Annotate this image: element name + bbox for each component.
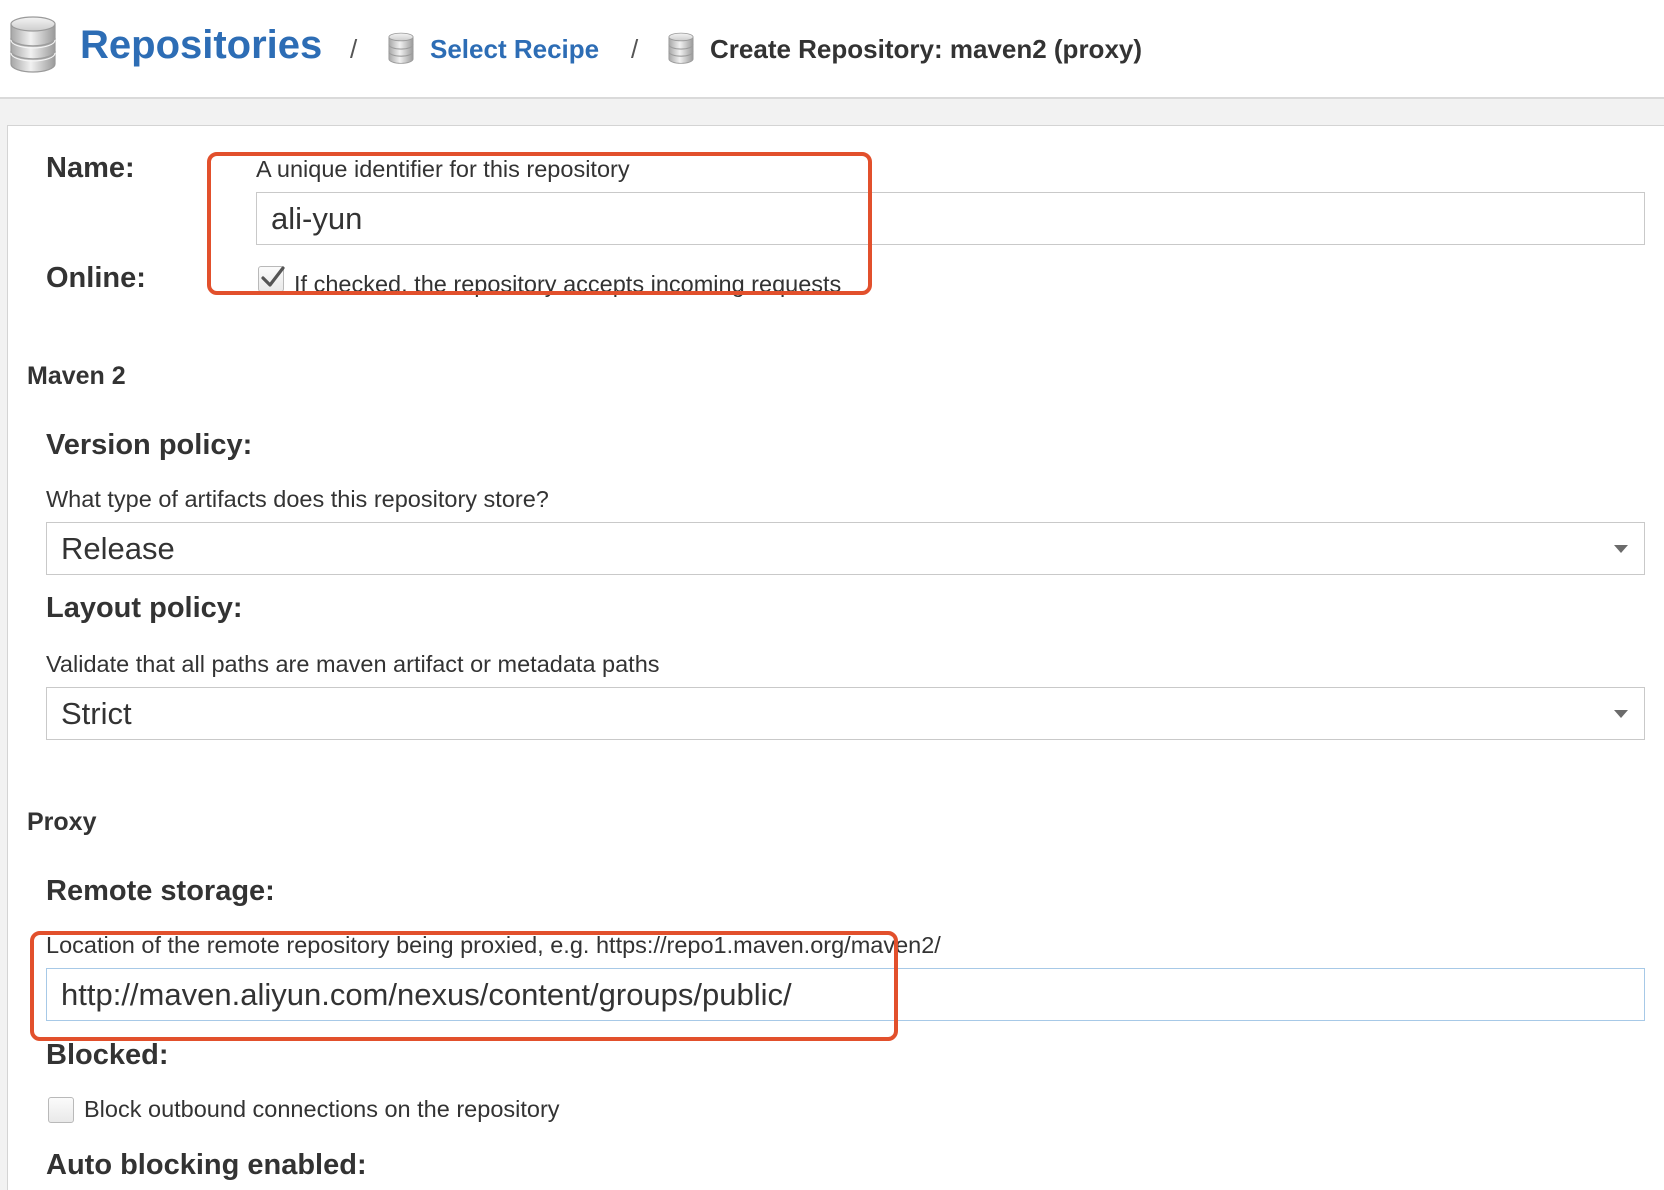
version-policy-value: Release	[61, 531, 175, 566]
name-help-text: A unique identifier for this repository	[256, 156, 630, 182]
caret-down-icon	[1614, 710, 1628, 718]
database-icon	[667, 32, 695, 70]
name-input[interactable]	[256, 192, 1645, 245]
section-heading-maven2: Maven 2	[27, 362, 126, 390]
layout-policy-select[interactable]: Strict	[46, 687, 1645, 740]
layout-policy-label: Layout policy:	[46, 592, 243, 624]
remote-storage-help-text: Location of the remote repository being …	[46, 932, 941, 958]
blocked-checkbox[interactable]	[48, 1097, 74, 1123]
name-label: Name:	[46, 152, 135, 184]
section-heading-proxy: Proxy	[27, 808, 97, 836]
layout-policy-value: Strict	[61, 696, 132, 731]
breadcrumb-select-recipe[interactable]: Select Recipe	[430, 36, 599, 62]
remote-storage-label: Remote storage:	[46, 875, 275, 907]
breadcrumb-root-repositories[interactable]: Repositories	[80, 25, 322, 65]
blocked-label: Blocked:	[46, 1039, 169, 1071]
breadcrumb: Repositories / Select Recipe / Create Re…	[0, 0, 1664, 99]
breadcrumb-current-page: Create Repository: maven2 (proxy)	[710, 34, 1143, 64]
layout-policy-help-text: Validate that all paths are maven artifa…	[46, 651, 660, 677]
database-icon	[387, 32, 415, 70]
blocked-help-text: Block outbound connections on the reposi…	[84, 1096, 560, 1122]
online-label: Online:	[46, 262, 146, 294]
online-help-text: If checked, the repository accepts incom…	[294, 271, 842, 297]
online-checkbox[interactable]	[258, 266, 285, 292]
caret-down-icon	[1614, 545, 1628, 553]
breadcrumb-separator: /	[631, 34, 639, 64]
version-policy-select[interactable]: Release	[46, 522, 1645, 575]
auto-blocking-label: Auto blocking enabled:	[46, 1149, 367, 1181]
remote-storage-url-input[interactable]	[46, 968, 1645, 1021]
version-policy-label: Version policy:	[46, 429, 253, 461]
database-icon	[8, 15, 58, 80]
version-policy-help-text: What type of artifacts does this reposit…	[46, 486, 549, 512]
breadcrumb-separator: /	[350, 34, 358, 64]
checkmark-icon	[261, 266, 285, 287]
